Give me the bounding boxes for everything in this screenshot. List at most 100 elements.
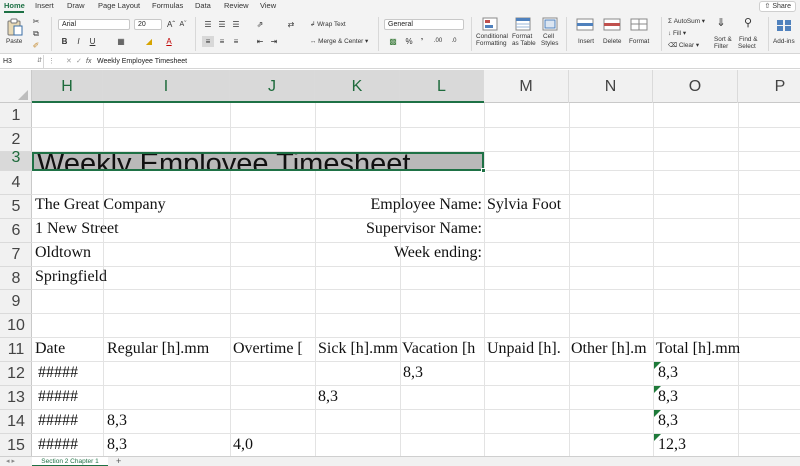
align-center-icon[interactable]: ≡ [216,36,228,47]
increase-decimal-icon[interactable]: .00 [432,36,444,47]
row-header-1[interactable]: 1 [0,103,32,128]
delete-cells-icon[interactable] [603,18,621,31]
formula-input[interactable]: Weekly Employee Timesheet [97,55,187,69]
header-vacation[interactable]: Vacation [h [402,340,475,358]
align-top-icon[interactable]: ☰ [202,19,214,30]
company-town[interactable]: Oldtown [35,244,91,262]
table-cell-regular[interactable]: 8,3 [107,412,127,430]
column-header-l[interactable]: L [400,70,484,103]
company-name[interactable]: The Great Company [35,196,166,214]
currency-icon[interactable]: ▩ [386,36,400,47]
fill-color-icon[interactable]: ◢ [143,36,155,47]
font-size-select[interactable]: 20 [134,19,162,30]
table-cell-regular[interactable]: 8,3 [107,436,127,454]
fill-button[interactable]: ↓ Fill ▾ [668,30,686,37]
tab-page-layout[interactable]: Page Layout [98,1,140,10]
conditional-formatting-icon[interactable] [482,17,498,31]
copy-icon[interactable]: ⧉ [31,28,41,39]
number-format-select[interactable]: General [384,19,464,30]
row-header-13[interactable]: 13 [0,386,32,410]
increase-indent-icon[interactable]: ⇥ [268,36,280,47]
row-header-8[interactable]: 8 [0,267,32,290]
sheet-nav-icon[interactable]: ◂ ▸ [6,457,15,465]
text-direction-icon[interactable]: ⇄ [284,19,298,30]
wrap-text-button[interactable]: ↲ Wrap Text [310,21,346,28]
header-unpaid[interactable]: Unpaid [h]. [487,340,561,358]
name-box-dropdown-icon[interactable]: ⇵ [37,55,42,68]
table-cell-total[interactable]: 8,3 [658,364,678,382]
table-cell-date[interactable]: ##### [38,412,78,430]
align-bottom-icon[interactable]: ☰ [230,19,242,30]
increase-font-icon[interactable]: Aˆ [166,19,176,30]
align-left-icon[interactable]: ≡ [202,36,214,47]
row-header-6[interactable]: 6 [0,219,32,243]
table-cell-date[interactable]: ##### [38,364,78,382]
orientation-icon[interactable]: ⇗ [254,19,266,30]
table-cell-vacation[interactable]: 8,3 [403,364,423,382]
decrease-decimal-icon[interactable]: .0 [448,36,460,47]
fill-handle[interactable] [481,168,486,173]
table-cell-total[interactable]: 8,3 [658,388,678,406]
column-header-h[interactable]: H [32,70,103,103]
confirm-icon[interactable]: ✓ [76,55,82,68]
column-header-p[interactable]: P [738,70,800,103]
clear-button[interactable]: ⌫ Clear ▾ [668,42,699,49]
tab-review[interactable]: Review [224,1,249,10]
font-name-select[interactable]: Arial [58,19,130,30]
company-street[interactable]: 1 New Street [35,220,119,238]
align-middle-icon[interactable]: ☰ [216,19,228,30]
sort-filter-icon[interactable]: ⇓ [712,18,730,29]
column-header-o[interactable]: O [653,70,738,103]
row-header-12[interactable]: 12 [0,362,32,386]
table-cell-sick[interactable]: 8,3 [318,388,338,406]
tab-formulas[interactable]: Formulas [152,1,183,10]
cell-grid[interactable]: Weekly Employee Timesheet The Great Comp… [32,103,800,456]
row-header-7[interactable]: 7 [0,243,32,267]
tab-insert[interactable]: Insert [35,1,54,10]
format-as-table-icon[interactable] [515,17,531,31]
decrease-font-icon[interactable]: Aˇ [178,19,188,30]
decrease-indent-icon[interactable]: ⇤ [254,36,266,47]
row-header-11[interactable]: 11 [0,338,32,362]
header-date[interactable]: Date [35,340,65,358]
column-header-m[interactable]: M [484,70,569,103]
format-cells-icon[interactable] [630,18,648,31]
row-header-4[interactable]: 4 [0,171,32,195]
tab-home[interactable]: Home [4,1,25,10]
add-sheet-button[interactable]: + [116,456,121,466]
comma-button[interactable]: ’ [418,36,426,47]
header-total[interactable]: Total [h].mm [656,340,740,358]
table-cell-date[interactable]: ##### [38,388,78,406]
fx-icon[interactable]: fx [86,55,91,69]
row-header-5[interactable]: 5 [0,195,32,219]
italic-button[interactable]: I [74,36,83,47]
supervisor-name-label[interactable]: Supervisor Name: [300,220,482,238]
company-city[interactable]: Springfield [35,268,107,286]
insert-cells-icon[interactable] [576,18,594,31]
column-header-i[interactable]: I [103,70,230,103]
font-color-icon[interactable]: A [163,36,175,47]
table-cell-total[interactable]: 8,3 [658,412,678,430]
share-button[interactable]: ⇧ Share [759,1,796,12]
table-cell-overtime[interactable]: 4,0 [233,436,253,454]
find-select-icon[interactable]: ⚲ [739,18,757,29]
employee-name-value[interactable]: Sylvia Foot [487,196,561,214]
employee-name-label[interactable]: Employee Name: [300,196,482,214]
column-header-j[interactable]: J [230,70,315,103]
row-header-9[interactable]: 9 [0,290,32,314]
title-cell-selected[interactable]: Weekly Employee Timesheet [32,152,484,171]
borders-icon[interactable]: ▦ [115,36,127,47]
select-all-corner[interactable] [0,70,32,103]
tab-draw[interactable]: Draw [67,1,85,10]
week-ending-label[interactable]: Week ending: [300,244,482,262]
add-ins-icon[interactable] [775,18,793,32]
header-regular[interactable]: Regular [h].mm [107,340,209,358]
row-header-15[interactable]: 15 [0,434,32,458]
header-sick[interactable]: Sick [h].mm [318,340,398,358]
table-cell-total[interactable]: 12,3 [658,436,686,454]
column-header-k[interactable]: K [315,70,400,103]
percent-button[interactable]: % [404,36,414,47]
header-other[interactable]: Other [h].m [571,340,647,358]
table-cell-date[interactable]: ##### [38,436,78,454]
row-header-3[interactable]: 3 [0,150,32,171]
